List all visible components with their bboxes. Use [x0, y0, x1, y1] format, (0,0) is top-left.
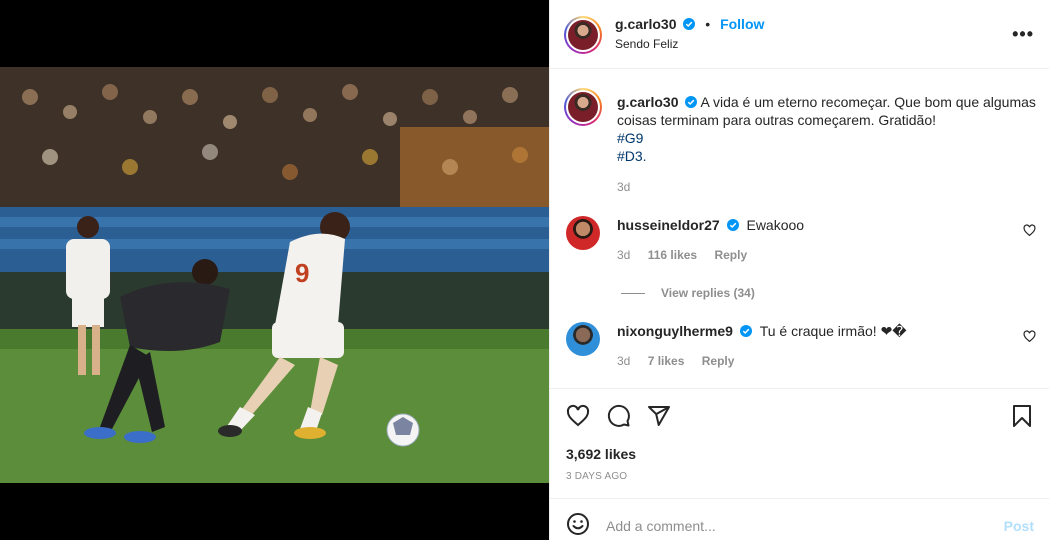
comment-heart-icon[interactable] [1023, 224, 1036, 237]
instagram-post-modal: 9 g.carlo30 • Follow Sendo Feliz ••• g.c… [0, 0, 1049, 540]
caption-text: A vida é um eterno recomeçar. Que bom qu… [617, 94, 1036, 128]
replies-divider [621, 292, 645, 294]
commenter-avatar[interactable] [566, 322, 600, 356]
post-photo[interactable]: 9 [0, 67, 549, 483]
share-icon[interactable] [647, 404, 671, 428]
verified-badge-icon [726, 219, 739, 231]
comment-age: 3d [617, 248, 631, 262]
post-date: 3 DAYS AGO [566, 471, 628, 482]
comment-age: 3d [617, 354, 631, 368]
separator-dot: • [705, 16, 711, 32]
commenter-username[interactable]: husseineldor27 [617, 217, 720, 233]
comment-body: nixonguylherme9 Tu é craque irmão! ❤� [617, 323, 907, 340]
reply-button[interactable]: Reply [714, 248, 747, 262]
verified-badge-icon [685, 96, 698, 108]
comment-text: Ewakooo [746, 217, 805, 233]
post-actions: 3,692 likes 3 DAYS AGO [550, 388, 1049, 498]
post-comment-button[interactable]: Post [1004, 518, 1034, 534]
post-header: g.carlo30 • Follow Sendo Feliz ••• [550, 0, 1049, 69]
reply-button[interactable]: Reply [702, 354, 735, 368]
caption-username[interactable]: g.carlo30 [617, 94, 678, 110]
author-avatar[interactable] [564, 16, 602, 54]
caption-text-block: g.carlo30 A vida é um eterno recomeçar. … [617, 93, 1037, 165]
heart-icon[interactable] [566, 404, 590, 428]
hashtag-d3[interactable]: #D3. [617, 147, 1037, 165]
caption-avatar[interactable] [564, 88, 602, 126]
football-photo-illustration: 9 [0, 67, 549, 483]
verified-badge-icon [683, 18, 696, 30]
comment-likes[interactable]: 7 likes [648, 354, 685, 368]
more-options-icon[interactable]: ••• [1012, 24, 1034, 45]
author-username[interactable]: g.carlo30 [615, 16, 676, 32]
media-panel: 9 [0, 0, 549, 540]
svg-text:9: 9 [295, 258, 309, 288]
bookmark-icon[interactable] [1010, 404, 1034, 428]
commenter-avatar[interactable] [566, 216, 600, 250]
hashtag-g9[interactable]: #G9 [617, 129, 1037, 147]
view-replies-label: View replies (34) [661, 286, 755, 300]
comment-icon[interactable] [607, 404, 631, 428]
commenter-username[interactable]: nixonguylherme9 [617, 323, 733, 339]
verified-badge-icon [739, 325, 752, 337]
emoji-icon[interactable] [566, 512, 590, 536]
post-side-panel: g.carlo30 • Follow Sendo Feliz ••• g.car… [549, 0, 1049, 540]
comment-body: husseineldor27 Ewakooo [617, 217, 804, 233]
view-replies-button[interactable]: View replies (34) [621, 286, 755, 300]
comment-meta: 3d 7 likes Reply [617, 354, 748, 368]
comment-text: Tu é craque irmão! ❤� [759, 323, 907, 339]
post-location[interactable]: Sendo Feliz [615, 37, 678, 51]
follow-button[interactable]: Follow [720, 16, 764, 32]
likes-count[interactable]: 3,692 likes [566, 446, 636, 462]
add-comment-bar: Add a comment... Post [550, 498, 1049, 540]
comment-heart-icon[interactable] [1023, 330, 1036, 343]
comment-likes[interactable]: 116 likes [648, 248, 697, 262]
author-line: g.carlo30 • Follow [615, 16, 764, 32]
comment-input[interactable]: Add a comment... [606, 518, 716, 534]
comment-meta: 3d 116 likes Reply [617, 248, 761, 262]
caption-age: 3d [617, 180, 631, 194]
